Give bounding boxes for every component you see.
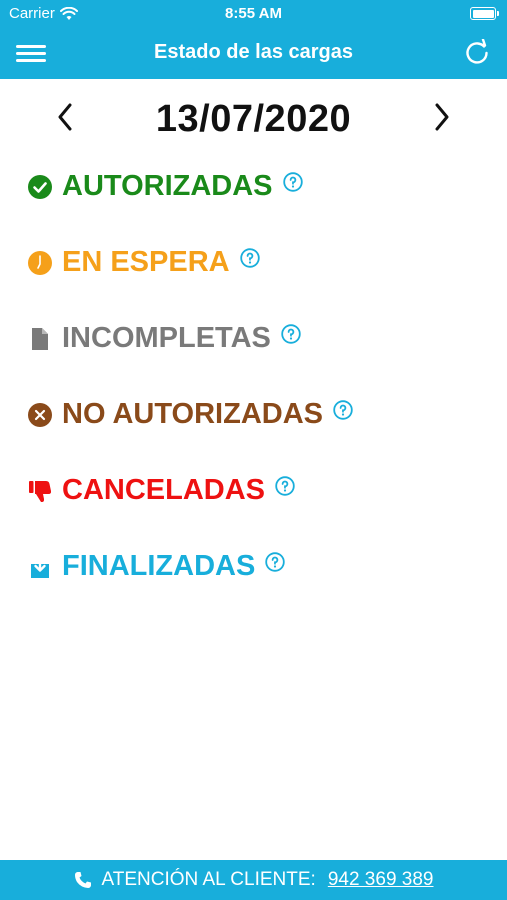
help-icon[interactable] <box>281 323 301 344</box>
phone-icon <box>74 872 91 888</box>
status-item-en-espera[interactable]: EN ESPERA <box>0 236 507 312</box>
status-item-incompletas[interactable]: INCOMPLETAS <box>0 312 507 388</box>
status-label: CANCELADAS <box>62 474 265 506</box>
document-icon <box>32 328 48 350</box>
status-item-no-autorizadas[interactable]: NO AUTORIZADAS <box>0 388 507 464</box>
date-selector: 13/07/2020 <box>0 90 507 150</box>
help-icon[interactable] <box>239 247 260 268</box>
status-bar: Carrier 8:55 AM <box>0 0 507 28</box>
status-item-finalizadas[interactable]: FINALIZADAS <box>0 540 507 616</box>
x-circle-icon <box>28 403 52 427</box>
phone-number-link[interactable]: 942 369 389 <box>328 869 434 891</box>
status-label: FINALIZADAS <box>62 550 256 582</box>
status-label: NO AUTORIZADAS <box>62 398 323 430</box>
customer-service-footer: ATENCIÓN AL CLIENTE: 942 369 389 <box>0 860 507 900</box>
download-box-icon <box>31 555 49 578</box>
footer-label: ATENCIÓN AL CLIENTE: <box>101 869 316 890</box>
clock-circle-icon <box>28 251 52 275</box>
help-icon[interactable] <box>282 171 303 192</box>
chevron-right-icon[interactable] <box>428 100 454 134</box>
status-item-autorizadas[interactable]: AUTORIZADAS <box>0 160 507 236</box>
status-label: EN ESPERA <box>62 246 230 278</box>
check-circle-icon <box>28 175 52 199</box>
thumbs-down-icon <box>29 481 52 502</box>
status-label: INCOMPLETAS <box>62 322 271 354</box>
refresh-icon[interactable] <box>463 39 491 67</box>
page-title: Estado de las cargas <box>154 41 353 63</box>
status-label: AUTORIZADAS <box>62 170 273 202</box>
status-item-canceladas[interactable]: CANCELADAS <box>0 464 507 540</box>
help-icon[interactable] <box>333 399 353 420</box>
nav-bar: Estado de las cargas <box>0 28 507 79</box>
status-time: 8:55 AM <box>225 5 282 22</box>
help-icon[interactable] <box>265 551 286 572</box>
help-icon[interactable] <box>275 475 295 496</box>
battery-icon <box>470 7 499 20</box>
status-list: AUTORIZADAS EN ESPERA INCOMPLETAS NO AUT… <box>0 160 507 616</box>
